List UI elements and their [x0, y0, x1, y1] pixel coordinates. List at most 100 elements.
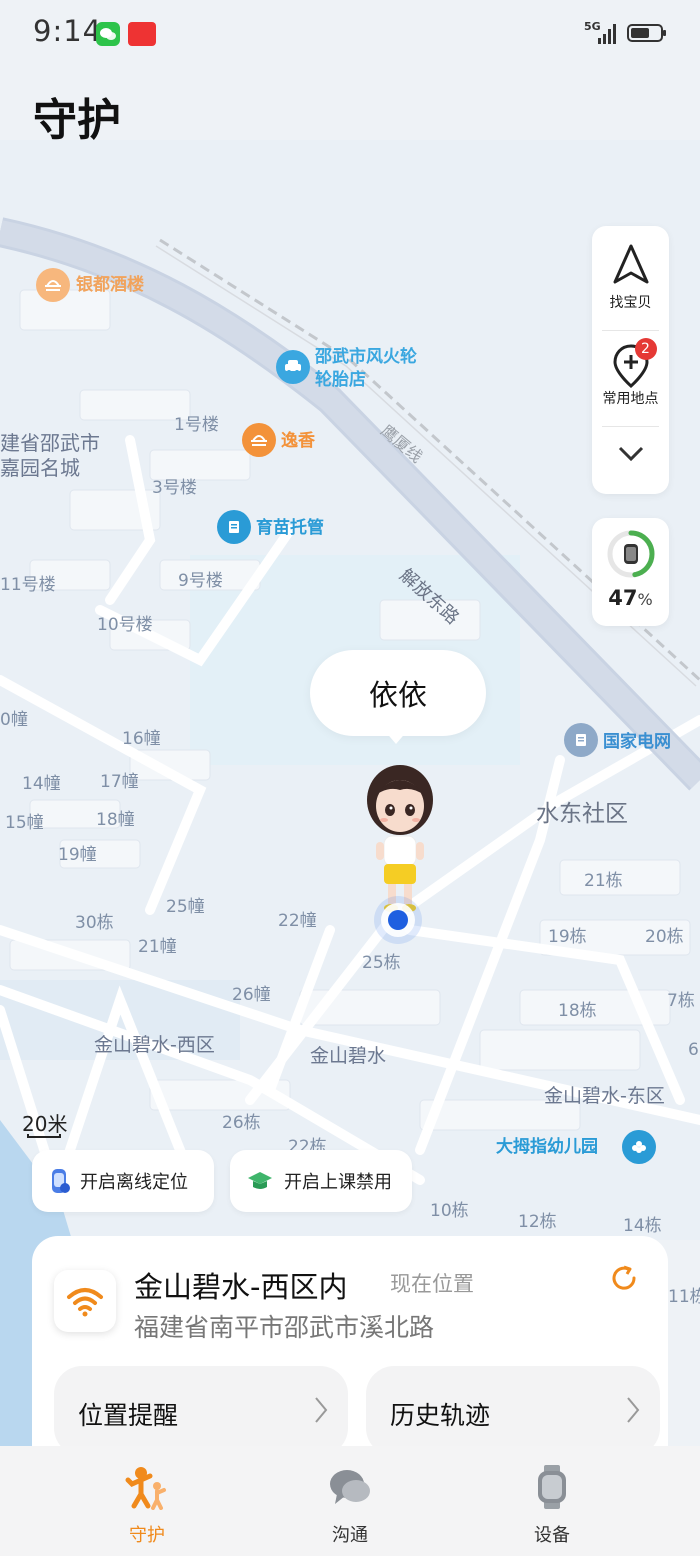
- signal-icon: [598, 24, 616, 44]
- building-label: 26栋: [222, 1113, 261, 1133]
- class-mode-button[interactable]: 开启上课禁用: [230, 1150, 412, 1212]
- building-label: 10号楼: [97, 615, 153, 635]
- building-label: 22幢: [278, 911, 317, 931]
- car-service-pin-icon[interactable]: [276, 350, 310, 384]
- district-label: 嘉园名城: [0, 456, 80, 480]
- building-label: 14幢: [22, 774, 61, 794]
- building-label: 1号楼: [174, 415, 219, 435]
- building-label: 19栋: [548, 927, 587, 947]
- frequent-places-button[interactable]: 2 常用地点: [592, 338, 669, 408]
- restaurant-pin-icon[interactable]: [242, 423, 276, 457]
- map-scale-label: 20米: [22, 1112, 68, 1136]
- poi-label[interactable]: 逸香: [281, 430, 315, 452]
- offline-location-label: 开启离线定位: [80, 1172, 188, 1193]
- district-label: 金山碧水-东区: [544, 1085, 665, 1107]
- find-child-button[interactable]: 找宝贝: [592, 242, 669, 312]
- location-reminder-button[interactable]: 位置提醒: [54, 1366, 348, 1446]
- places-count-badge: 2: [634, 338, 657, 360]
- community-label: 水东社区: [536, 801, 628, 827]
- building-label: 14栋: [623, 1216, 662, 1236]
- building-label: 12栋: [518, 1212, 557, 1232]
- building-label: 18幢: [96, 810, 135, 830]
- status-bar: 9:14 5G: [0, 0, 700, 66]
- page-title: 守护: [33, 95, 121, 146]
- tab-guard-label: 守护: [129, 1525, 165, 1546]
- chevron-right-icon: [315, 1397, 328, 1423]
- building-label: 25幢: [166, 897, 205, 917]
- watch-location-icon: [52, 1169, 70, 1193]
- tab-chat[interactable]: 沟通: [300, 1464, 400, 1547]
- building-label: 21幢: [138, 937, 177, 957]
- building-label: 26幢: [232, 985, 271, 1005]
- kindergarten-pin-icon[interactable]: [622, 1130, 656, 1164]
- chevron-down-icon: [618, 446, 643, 462]
- district-label: 金山碧水: [310, 1045, 387, 1067]
- battery-icon: [627, 24, 666, 42]
- child-name-bubble[interactable]: 依依: [310, 650, 486, 736]
- expand-panel-button[interactable]: [592, 442, 669, 470]
- building-label: 16幢: [122, 729, 161, 749]
- wifi-location-icon: [54, 1270, 116, 1332]
- education-pin-icon[interactable]: [217, 510, 251, 544]
- building-label: 30栋: [75, 913, 114, 933]
- bubble-tail: [384, 730, 408, 744]
- map-scale-bar: [27, 1134, 61, 1138]
- building-label: 25栋: [362, 953, 401, 973]
- find-child-label: 找宝贝: [609, 295, 652, 311]
- building-label: 6: [688, 1040, 699, 1060]
- poi-label[interactable]: 大拇指幼儿园: [496, 1136, 598, 1158]
- chevron-right-icon: [627, 1397, 640, 1423]
- watch-battery-card[interactable]: 47%: [592, 518, 669, 626]
- tab-guard[interactable]: 守护: [97, 1464, 197, 1547]
- building-label: 20栋: [645, 927, 684, 947]
- location-reminder-label: 位置提醒: [78, 1401, 179, 1430]
- restaurant-pin-icon[interactable]: [36, 268, 70, 302]
- poi-label[interactable]: 轮胎店: [315, 369, 366, 391]
- tab-device-label: 设备: [534, 1525, 570, 1546]
- navigation-arrow-icon: [613, 244, 648, 284]
- frequent-places-label: 常用地点: [602, 391, 659, 407]
- location-status: 现在位置: [390, 1272, 474, 1296]
- building-label: 0幢: [0, 710, 28, 730]
- class-mode-label: 开启上课禁用: [284, 1172, 392, 1193]
- bottom-tab-bar: 守护 沟通 设备: [0, 1446, 700, 1556]
- refresh-icon[interactable]: [608, 1262, 640, 1294]
- watch-battery-value: 47: [608, 586, 638, 610]
- tab-chat-label: 沟通: [332, 1525, 368, 1546]
- poi-label[interactable]: 育苗托管: [256, 517, 324, 539]
- building-label: 3号楼: [152, 478, 197, 498]
- building-label: 7栋: [667, 991, 695, 1011]
- poi-label[interactable]: 银都酒楼: [76, 274, 144, 296]
- poi-label[interactable]: 邵武市风火轮: [315, 346, 417, 368]
- history-track-button[interactable]: 历史轨迹: [366, 1366, 660, 1446]
- map-side-panel: 找宝贝 2 常用地点: [592, 226, 669, 494]
- poi-label[interactable]: 国家电网: [603, 731, 671, 753]
- toutiao-icon: [128, 22, 156, 46]
- utility-pin-icon[interactable]: [564, 723, 598, 757]
- offline-location-button[interactable]: 开启离线定位: [32, 1150, 214, 1212]
- tab-device[interactable]: 设备: [502, 1464, 602, 1547]
- district-label: 金山碧水-西区: [94, 1034, 215, 1056]
- wechat-icon: [96, 22, 120, 46]
- child-name: 依依: [368, 678, 427, 712]
- chat-bubble-icon: [330, 1470, 370, 1504]
- smartwatch-icon: [538, 1465, 566, 1509]
- building-label: 21栋: [584, 871, 623, 891]
- battery-ring: [607, 530, 655, 578]
- building-label: 9号楼: [178, 571, 223, 591]
- building-label: 19幢: [58, 845, 97, 865]
- watch-battery-unit: %: [637, 590, 653, 609]
- child-location-marker: [374, 896, 422, 944]
- building-label: 17幢: [100, 772, 139, 792]
- building-label: 10栋: [430, 1201, 469, 1221]
- building-label: 11号楼: [0, 575, 56, 595]
- graduation-cap-icon: [248, 1172, 272, 1189]
- location-card: 金山碧水-西区内 现在位置 福建省南平市邵武市溪北路 位置提醒 历史轨迹: [32, 1236, 668, 1446]
- location-title: 金山碧水-西区内: [134, 1270, 348, 1304]
- location-address: 福建省南平市邵武市溪北路: [134, 1313, 435, 1342]
- building-label: 18栋: [558, 1001, 597, 1021]
- history-track-label: 历史轨迹: [390, 1401, 491, 1430]
- building-label: 11栋: [668, 1287, 700, 1307]
- status-time: 9:14: [33, 14, 103, 48]
- family-guard-icon: [125, 1467, 166, 1510]
